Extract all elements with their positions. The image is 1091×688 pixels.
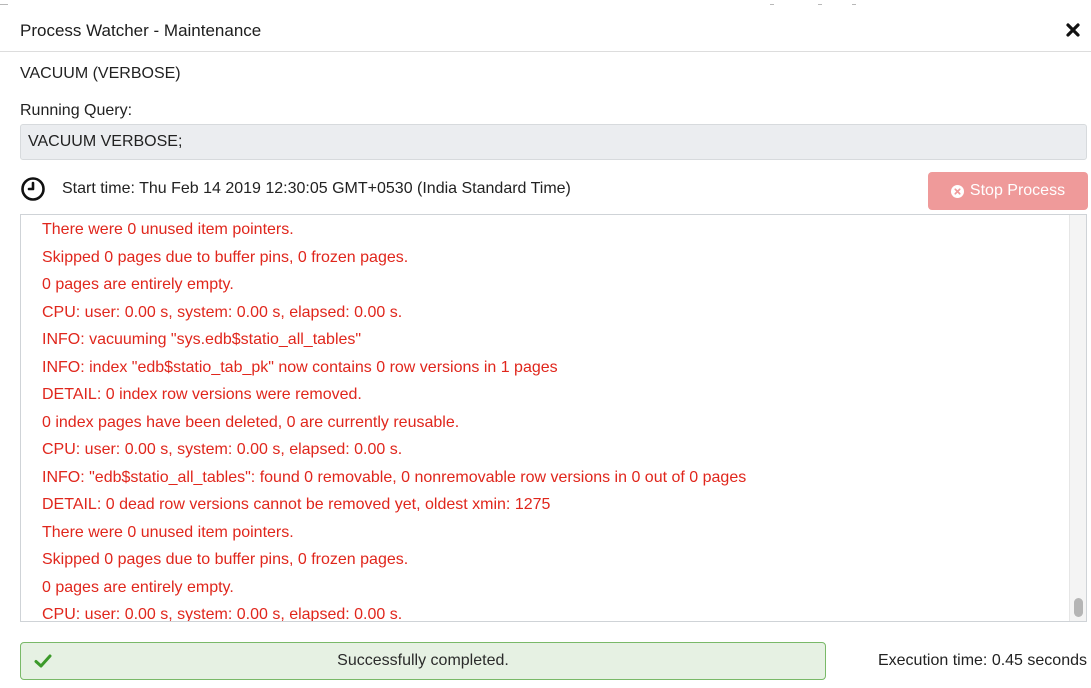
log-line: CPU: user: 0.00 s, system: 0.00 s, elaps… [42,606,403,622]
log-line: INFO: "edb$statio_all_tables": found 0 r… [42,468,747,486]
log-line: DETAIL: 0 index row versions were remove… [42,386,362,403]
clock-icon [21,177,45,201]
stop-process-label: Stop Process [969,182,1066,199]
running-query-field: VACUUM VERBOSE; [20,124,1087,160]
status-message: Successfully completed. [337,652,509,669]
running-query-label: Running Query: [20,102,133,119]
success-alert: Successfully completed. [20,642,826,680]
log-line: CPU: user: 0.00 s, system: 0.00 s, elaps… [42,303,403,321]
log-line: Skipped 0 pages due to buffer pins, 0 fr… [42,551,409,568]
process-log[interactable]: There were 0 unused item pointers. Skippe… [20,214,1087,622]
close-icon[interactable] [1063,20,1083,40]
log-line: 0 index pages have been deleted, 0 are c… [42,413,460,431]
dialog-title: Process Watcher - Maintenance [20,21,262,40]
log-scroll-thumb[interactable] [1074,598,1083,617]
log-line: DETAIL: 0 dead row versions cannot be re… [42,496,551,513]
times-circle-icon [950,184,964,198]
log-line: INFO: index "edb$statio_tab_pk" now cont… [42,358,558,376]
log-line: There were 0 unused item pointers. [42,221,294,238]
execution-time: Execution time: 0.45 seconds [877,652,1087,669]
dialog-header: Process Watcher - Maintenance [0,10,1091,52]
start-time-text: Start time: Thu Feb 14 2019 12:30:05 GMT… [62,180,571,197]
operation-name: VACUUM (VERBOSE) [20,65,181,82]
log-line: There were 0 unused item pointers. [42,523,294,541]
log-line: 0 pages are entirely empty. [42,578,234,596]
log-line: 0 pages are entirely empty. [42,276,234,293]
log-line: INFO: vacuuming "sys.edb$statio_all_tabl… [42,331,362,348]
top-edge [0,0,1091,7]
stop-process-button[interactable]: Stop Process [928,172,1088,210]
log-line: Skipped 0 pages due to buffer pins, 0 fr… [42,248,409,266]
log-scrollbar[interactable] [1069,215,1086,621]
log-line: CPU: user: 0.00 s, system: 0.00 s, elaps… [42,441,403,458]
log-lines: There were 0 unused item pointers. Skippe… [42,216,1066,622]
